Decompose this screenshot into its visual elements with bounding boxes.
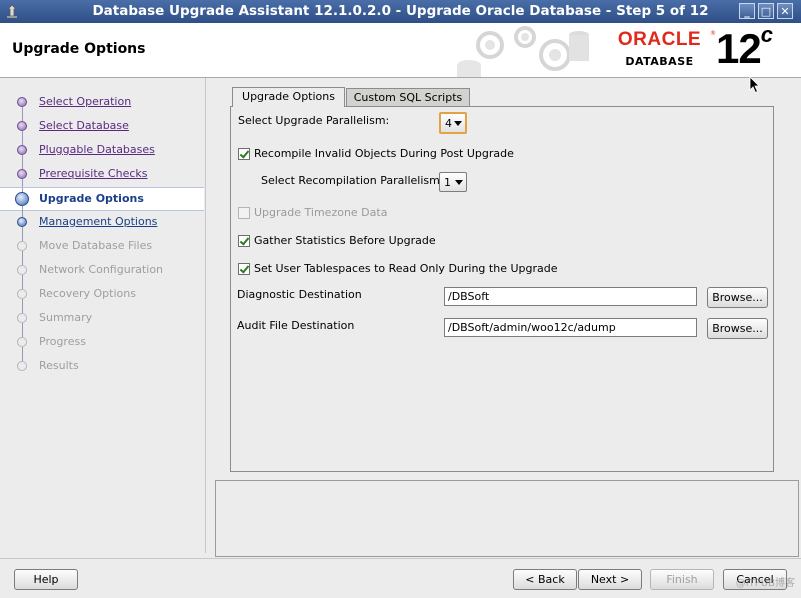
- gather-stats-checkbox[interactable]: [238, 235, 250, 247]
- oracle-brand: ORACLE: [617, 29, 702, 50]
- sidebar-step-label: Summary: [39, 311, 93, 324]
- audit-destination-label: Audit File Destination: [237, 319, 355, 332]
- step-connector: [22, 155, 23, 163]
- chevron-down-icon: [454, 121, 462, 126]
- readonly-tablespaces-label: Set User Tablespaces to Read Only During…: [254, 262, 558, 275]
- sidebar-step: Summary: [0, 307, 204, 331]
- sidebar-step: Move Database Files: [0, 235, 204, 259]
- step-indicator-icon: [17, 265, 27, 275]
- sidebar-step: Recovery Options: [0, 283, 204, 307]
- oracle-logo: ORACLE ® DATABASE: [607, 29, 716, 72]
- step-connector: [22, 227, 23, 235]
- step-connector: [22, 107, 23, 115]
- sidebar-step[interactable]: Upgrade Options: [0, 187, 204, 212]
- audit-destination-field[interactable]: /DBSoft/admin/woo12c/adump: [444, 318, 697, 337]
- version-number: 12: [716, 25, 762, 72]
- watermark: @ITPUB博客: [735, 578, 795, 589]
- readonly-tablespaces-checkbox[interactable]: [238, 263, 250, 275]
- diagnostic-browse-button[interactable]: Browse...: [707, 287, 768, 308]
- sidebar-step: Progress: [0, 331, 204, 355]
- step-indicator-icon: [17, 337, 27, 347]
- recomp-parallelism-select[interactable]: 1: [439, 172, 467, 192]
- sidebar-step-label: Pluggable Databases: [39, 143, 155, 156]
- timezone-label: Upgrade Timezone Data: [254, 206, 388, 219]
- sidebar-step[interactable]: Prerequisite Checks: [0, 163, 204, 187]
- sidebar-step[interactable]: Select Database: [0, 115, 204, 139]
- sidebar-step-label: Select Operation: [39, 95, 132, 108]
- step-connector: [22, 179, 23, 187]
- sidebar-step[interactable]: Management Options: [0, 211, 204, 235]
- gather-stats-label: Gather Statistics Before Upgrade: [254, 234, 436, 247]
- step-indicator-icon: [17, 169, 27, 179]
- sidebar-step-label: Results: [39, 359, 79, 372]
- message-area: [215, 480, 799, 557]
- step-indicator-icon: [17, 97, 27, 107]
- sidebar-step-label: Progress: [39, 335, 86, 348]
- sidebar-step[interactable]: Pluggable Databases: [0, 139, 204, 163]
- mouse-pointer-icon: [749, 76, 760, 94]
- oracle-product: DATABASE: [625, 55, 694, 68]
- finish-button[interactable]: Finish: [650, 569, 714, 590]
- chevron-down-icon: [455, 180, 463, 185]
- sidebar-step-label: Upgrade Options: [39, 192, 144, 205]
- back-button[interactable]: < Back: [513, 569, 577, 590]
- sidebar-step: Network Configuration: [0, 259, 204, 283]
- sidebar-step: Results: [0, 355, 204, 377]
- step-indicator-icon: [17, 145, 27, 155]
- step-indicator-icon: [17, 217, 27, 227]
- version-suffix: c: [760, 22, 773, 47]
- sidebar-step[interactable]: Select Operation: [0, 91, 204, 115]
- step-indicator-icon: [15, 192, 29, 206]
- step-indicator-icon: [17, 241, 27, 251]
- step-indicator-icon: [17, 289, 27, 299]
- steps-sidebar: Select Operation Select Database Pluggable…: [0, 78, 206, 553]
- sidebar-step-label: Move Database Files: [39, 239, 153, 252]
- step-indicator-icon: [17, 361, 27, 371]
- recompile-label: Recompile Invalid Objects During Post Up…: [254, 147, 514, 160]
- audit-browse-button[interactable]: Browse...: [707, 318, 768, 339]
- step-connector: [22, 251, 23, 259]
- step-indicator-icon: [17, 121, 27, 131]
- step-connector: [22, 275, 23, 283]
- close-button[interactable]: ✕: [777, 3, 793, 19]
- recomp-parallelism-label: Select Recompilation Parallelism:: [261, 174, 444, 187]
- window-titlebar[interactable]: Database Upgrade Assistant 12.1.0.2.0 - …: [0, 0, 801, 24]
- timezone-checkbox[interactable]: [238, 207, 250, 219]
- help-button[interactable]: Help: [14, 569, 78, 590]
- recompile-checkbox[interactable]: [238, 148, 250, 160]
- sidebar-step-label: Select Database: [39, 119, 129, 132]
- footer-divider: [0, 558, 801, 559]
- diagnostic-destination-field[interactable]: /DBSoft: [444, 287, 697, 306]
- upgrade-parallelism-select[interactable]: 4: [439, 112, 467, 134]
- next-button[interactable]: Next >: [578, 569, 642, 590]
- maximize-button[interactable]: □: [758, 3, 774, 19]
- version-logo: 12c: [716, 22, 773, 73]
- gears-graphic-icon: [457, 26, 589, 77]
- sidebar-step-label: Management Options: [39, 215, 158, 228]
- diagnostic-destination-label: Diagnostic Destination: [237, 288, 362, 301]
- sidebar-step-label: Recovery Options: [39, 287, 136, 300]
- window-title: Database Upgrade Assistant 12.1.0.2.0 - …: [92, 3, 709, 19]
- sidebar-step-label: Prerequisite Checks: [39, 167, 148, 180]
- tab-upgrade-options[interactable]: Upgrade Options: [232, 87, 345, 107]
- page-title: Upgrade Options: [12, 41, 146, 57]
- step-connector: [22, 299, 23, 307]
- minimize-button[interactable]: _: [739, 3, 755, 19]
- step-connector: [22, 131, 23, 139]
- step-connector: [22, 347, 23, 355]
- page-header: Upgrade Options ORACLE ® DATABASE 12c: [0, 22, 801, 78]
- step-indicator-icon: [17, 313, 27, 323]
- sidebar-step-label: Network Configuration: [39, 263, 164, 276]
- upgrade-parallelism-label: Select Upgrade Parallelism:: [238, 114, 390, 127]
- step-connector: [22, 323, 23, 331]
- tab-custom-sql-scripts[interactable]: Custom SQL Scripts: [346, 88, 470, 107]
